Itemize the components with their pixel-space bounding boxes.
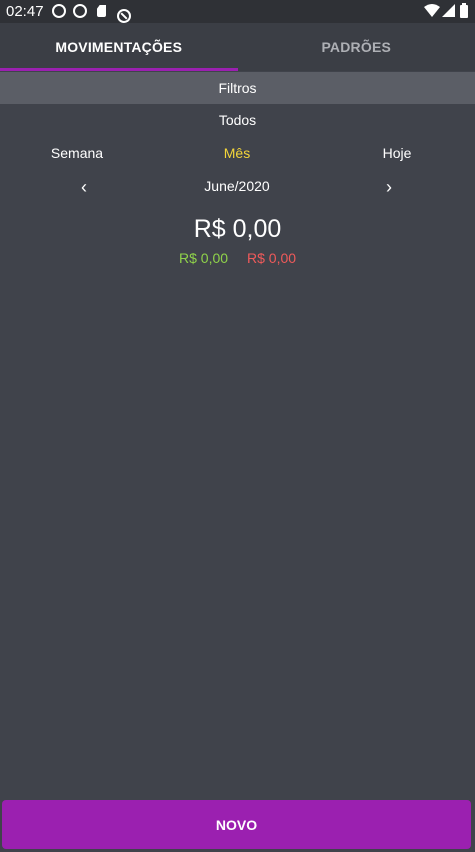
- expense-total: R$ 0,00: [247, 250, 297, 266]
- period-selector: Semana Mês Hoje: [0, 145, 475, 165]
- circle-notification-icon: [52, 4, 66, 18]
- sd-card-icon: [97, 5, 106, 17]
- filters-button[interactable]: Filtros: [0, 72, 475, 104]
- filters-label: Filtros: [218, 80, 257, 96]
- circle-notification-icon: [73, 4, 87, 18]
- active-tab-indicator: [0, 68, 238, 71]
- month-navigation: ‹ June/2020 ›: [0, 177, 475, 198]
- period-option-semana[interactable]: Semana: [51, 145, 103, 161]
- balance-total: R$ 0,00: [193, 215, 282, 243]
- balance-breakdown: R$ 0,00 R$ 0,00: [0, 250, 475, 270]
- tab-label: MOVIMENTAÇÕES: [55, 39, 183, 55]
- tab-bar: MOVIMENTAÇÕES PADRÕES: [0, 23, 475, 71]
- new-transaction-button[interactable]: NOVO: [2, 800, 471, 849]
- income-total: R$ 0,00: [179, 250, 229, 266]
- wifi-icon: [424, 4, 440, 17]
- new-button-label: NOVO: [215, 816, 258, 833]
- period-option-hoje[interactable]: Hoje: [383, 145, 412, 161]
- chevron-right-icon[interactable]: ›: [386, 177, 392, 198]
- tab-padroes[interactable]: PADRÕES: [238, 23, 475, 71]
- type-filter-selector[interactable]: Todos: [0, 112, 475, 128]
- tab-movimentacoes[interactable]: MOVIMENTAÇÕES: [0, 23, 238, 71]
- period-option-mes[interactable]: Mês: [224, 145, 250, 161]
- status-bar: 02:47: [0, 0, 475, 23]
- battery-icon: [460, 3, 468, 18]
- tab-label: PADRÕES: [321, 39, 392, 55]
- sync-disabled-icon: [117, 8, 131, 23]
- status-time: 02:47: [6, 3, 44, 20]
- current-month-label: June/2020: [204, 178, 270, 194]
- chevron-left-icon[interactable]: ‹: [81, 177, 87, 198]
- type-filter-value: Todos: [218, 112, 257, 128]
- signal-icon: [442, 4, 455, 17]
- app-screen: 02:47 MOVIMENTAÇÕES PADRÕES Filtros Todo…: [0, 0, 475, 852]
